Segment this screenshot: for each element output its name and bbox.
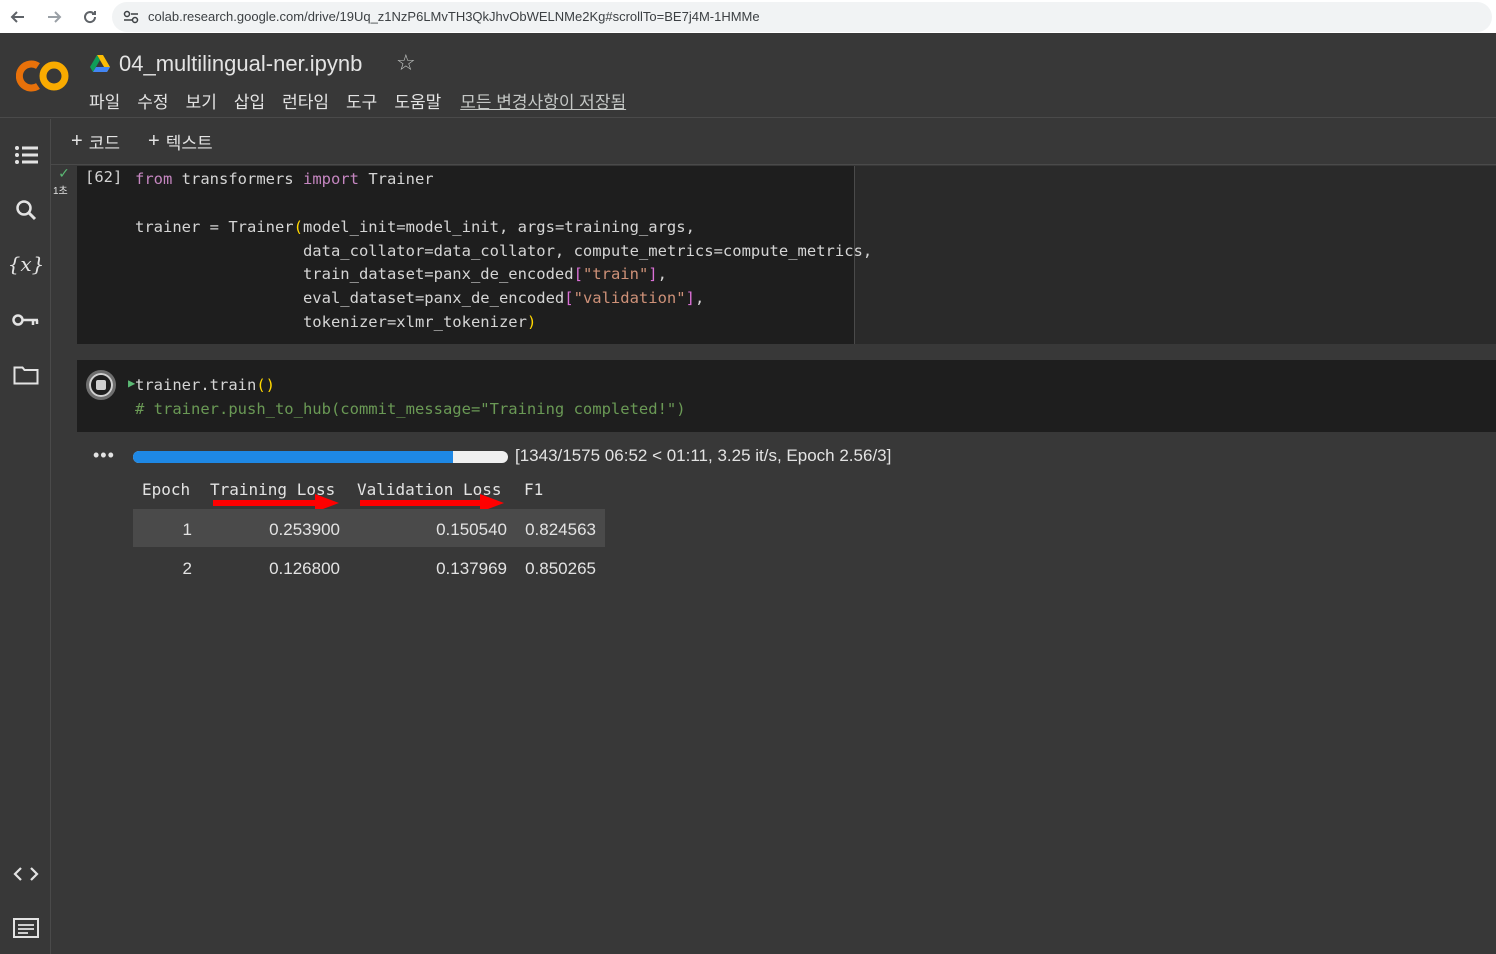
- menu-file[interactable]: 파일: [89, 88, 120, 113]
- cell-run-time: 1초: [53, 186, 68, 197]
- code-cell-1-margin: [855, 166, 1496, 344]
- add-text-button[interactable]: + 텍스트: [148, 129, 213, 154]
- site-settings-icon[interactable]: [120, 8, 142, 26]
- back-arrow-icon[interactable]: [0, 0, 36, 33]
- cell-epoch: 1: [182, 520, 192, 539]
- code-token: ): [526, 313, 537, 331]
- stop-execution-button[interactable]: [86, 370, 116, 400]
- code-token: import: [302, 170, 359, 188]
- progress-fill: [133, 451, 453, 463]
- output-actions-menu-icon[interactable]: •••: [93, 445, 115, 466]
- code-line[interactable]: data_collator=data_collator, compute_met…: [135, 242, 872, 260]
- annotation-arrow: [213, 500, 317, 506]
- star-icon[interactable]: ☆: [396, 50, 416, 76]
- code-token: Trainer: [358, 170, 434, 188]
- plus-icon: +: [148, 130, 160, 152]
- menu-bar: 파일 수정 보기 삽입 런타임 도구 도움말 모든 변경사항이 저장됨: [89, 88, 626, 113]
- cell-validation-loss: 0.137969: [436, 559, 507, 578]
- training-progress-bar: [133, 451, 508, 463]
- cell-f1: 0.824563: [525, 520, 596, 539]
- menu-edit[interactable]: 수정: [137, 88, 168, 113]
- cell-training-loss: 0.126800: [269, 559, 340, 578]
- code-token: ]: [685, 289, 695, 307]
- code-token: "validation": [573, 289, 686, 307]
- code-cell-2[interactable]: [77, 360, 1496, 432]
- code-token: ,: [657, 265, 667, 283]
- menu-runtime[interactable]: 런타임: [282, 88, 329, 113]
- code-token: eval_dataset=panx_de_encoded: [135, 289, 565, 307]
- notebook-title[interactable]: 04_multilingual-ner.ipynb: [119, 51, 362, 77]
- code-line[interactable]: trainer = Trainer(model_init=model_init,…: [135, 218, 695, 236]
- code-line[interactable]: train_dataset=panx_de_encoded["train"],: [135, 265, 667, 283]
- menu-insert[interactable]: 삽입: [234, 88, 265, 113]
- variables-icon[interactable]: {x}: [8, 248, 45, 280]
- cell-f1: 0.850265: [525, 559, 596, 578]
- col-header-epoch: Epoch: [142, 480, 191, 499]
- code-token: ]: [648, 265, 658, 283]
- forward-arrow-icon[interactable]: [36, 0, 72, 33]
- address-bar[interactable]: colab.research.google.com/drive/19Uq_z1N…: [112, 1, 1492, 32]
- secrets-key-icon[interactable]: [10, 304, 42, 336]
- code-token: trainer = Trainer: [135, 218, 294, 236]
- code-line[interactable]: trainer.train(): [135, 376, 275, 394]
- code-token: from: [135, 170, 173, 188]
- code-token: "train": [582, 265, 649, 283]
- code-token: trainer.train: [135, 376, 257, 394]
- url-text[interactable]: colab.research.google.com/drive/19Uq_z1N…: [148, 9, 760, 24]
- cell-validation-loss: 0.150540: [436, 520, 507, 539]
- code-token: model_init=model_init, args=training_arg…: [302, 218, 695, 236]
- google-drive-icon: [90, 55, 110, 72]
- annotation-arrow: [360, 500, 482, 506]
- files-folder-icon[interactable]: [10, 359, 42, 391]
- reload-icon[interactable]: [72, 0, 108, 33]
- code-snippets-icon[interactable]: [10, 858, 42, 890]
- code-token: transformers: [172, 170, 303, 188]
- browser-bar: colab.research.google.com/drive/19Uq_z1N…: [0, 0, 1496, 33]
- terminal-icon[interactable]: [10, 912, 42, 944]
- code-token: [: [564, 289, 574, 307]
- code-line[interactable]: eval_dataset=panx_de_encoded["validation…: [135, 289, 704, 307]
- code-line[interactable]: tokenizer=xlmr_tokenizer): [135, 313, 536, 331]
- code-line[interactable]: from transformers import Trainer: [135, 170, 434, 188]
- execution-count: [62]: [85, 168, 123, 186]
- menu-view[interactable]: 보기: [186, 88, 217, 113]
- code-token: (: [293, 218, 303, 236]
- colab-logo-icon[interactable]: [16, 57, 72, 95]
- menu-help[interactable]: 도움말: [394, 88, 441, 113]
- col-header-f1: F1: [524, 480, 544, 499]
- run-success-check-icon: ✓: [58, 165, 70, 181]
- add-code-label: 코드: [88, 134, 120, 153]
- add-code-button[interactable]: + 코드: [71, 129, 120, 154]
- code-token: (): [256, 376, 275, 394]
- code-comment-line[interactable]: # trainer.push_to_hub(commit_message="Tr…: [135, 400, 686, 418]
- left-sidebar: {x}: [0, 119, 51, 954]
- colab-header: 04_multilingual-ner.ipynb ☆ 파일 수정 보기 삽입 …: [0, 38, 1496, 118]
- cell-training-loss: 0.253900: [269, 520, 340, 539]
- menu-tools[interactable]: 도구: [346, 88, 377, 113]
- code-token: tokenizer=xlmr_tokenizer: [135, 313, 527, 331]
- progress-status-text: [1343/1575 06:52 < 01:11, 3.25 it/s, Epo…: [515, 446, 892, 465]
- code-token: train_dataset=panx_de_encoded: [135, 265, 574, 283]
- table-of-contents-icon[interactable]: [10, 139, 42, 171]
- code-token: [: [573, 265, 583, 283]
- search-icon[interactable]: [10, 194, 42, 226]
- saved-status-link[interactable]: 모든 변경사항이 저장됨: [460, 88, 626, 113]
- cell-epoch: 2: [182, 559, 192, 578]
- code-token: ,: [694, 289, 705, 307]
- stop-square-icon: [96, 380, 106, 390]
- plus-icon: +: [71, 130, 83, 152]
- add-text-label: 텍스트: [165, 134, 213, 153]
- notebook-toolbar: + 코드 + 텍스트: [51, 119, 1496, 165]
